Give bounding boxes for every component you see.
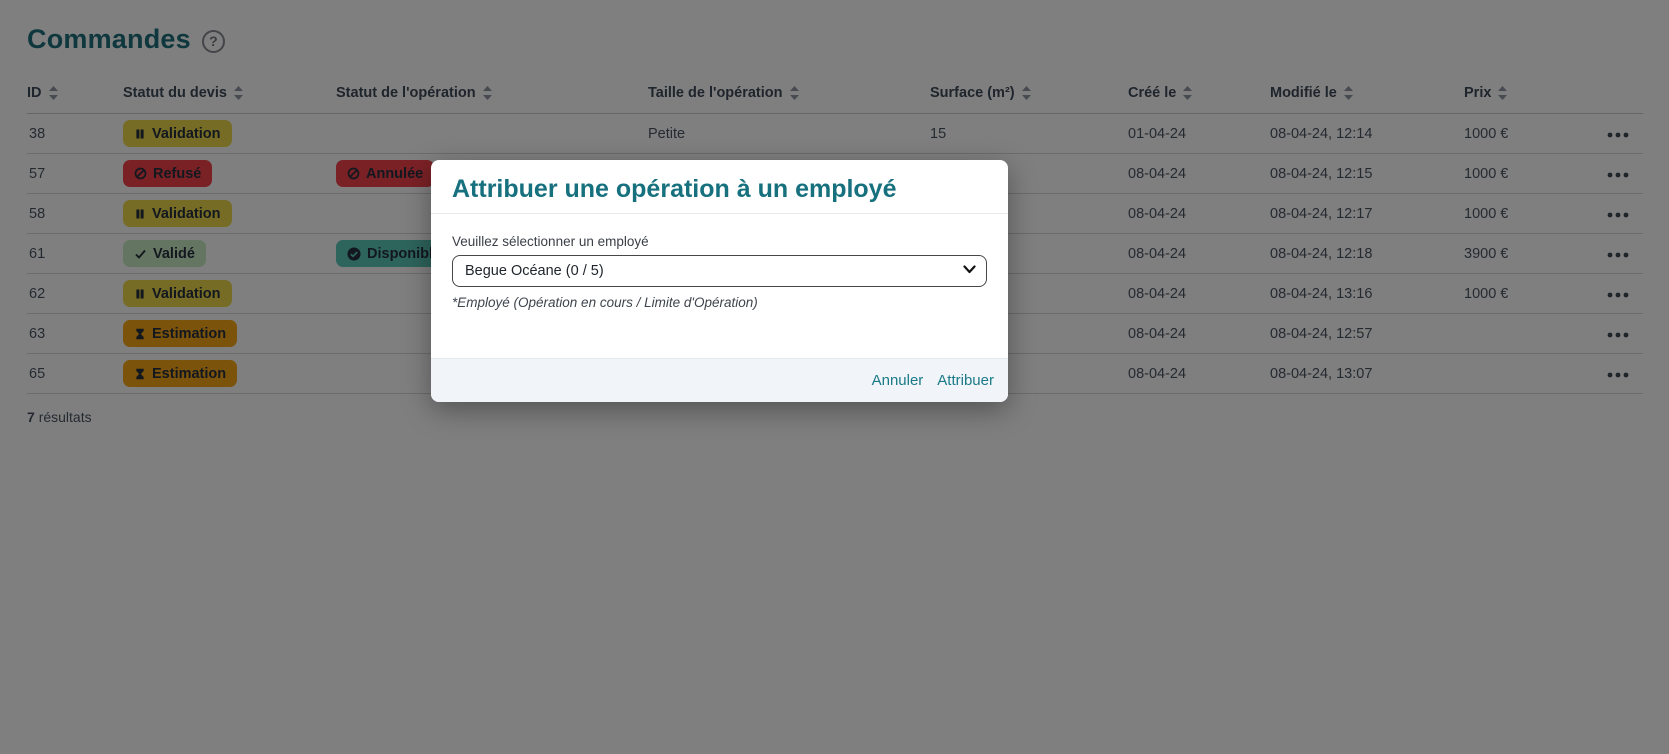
cancel-button[interactable]: Annuler (872, 372, 924, 389)
employee-select[interactable]: Begue Océane (0 / 5) (452, 255, 987, 287)
dialog-body: Veuillez sélectionner un employé Begue O… (431, 214, 1008, 358)
employee-select-label: Veuillez sélectionner un employé (452, 234, 987, 249)
employee-select-help-text: *Employé (Opération en cours / Limite d'… (452, 295, 987, 310)
dialog-header: Attribuer une opération à un employé (431, 160, 1008, 214)
dialog-footer: Annuler Attribuer (431, 358, 1008, 402)
assign-operation-dialog: Attribuer une opération à un employé Veu… (431, 160, 1008, 402)
dialog-title: Attribuer une opération à un employé (452, 175, 987, 204)
assign-button[interactable]: Attribuer (937, 372, 994, 389)
